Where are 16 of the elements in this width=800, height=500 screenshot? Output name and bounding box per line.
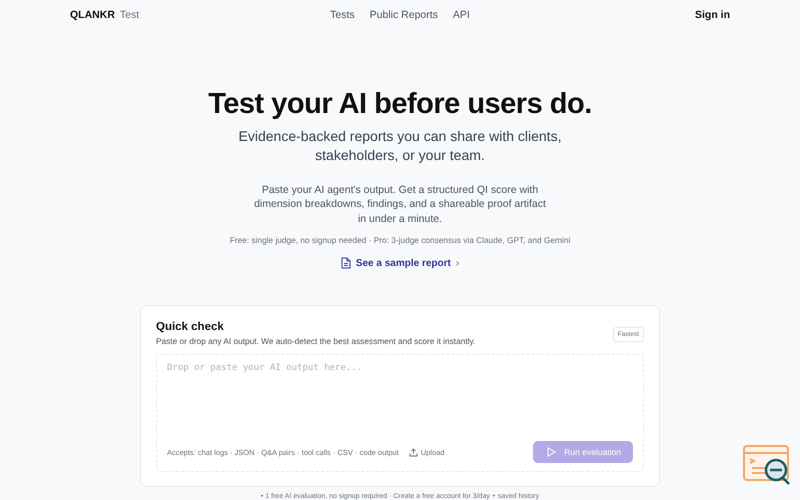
brand-logo[interactable]: QLANKR — [70, 8, 115, 21]
card-title: Quick check — [156, 321, 225, 333]
nav-link[interactable]: Tests — [330, 8, 355, 21]
hero-description: Paste your AI agent's output. Get a structured QI score with dimension breakdowns, findings, and a shareable proof artifact in under a minute. — [253, 182, 547, 226]
sample-report-link[interactable]: See a sample report › — [340, 257, 460, 269]
nav-link[interactable]: API — [452, 8, 470, 21]
upload-icon — [408, 448, 418, 456]
brand-suffix: Test — [120, 8, 140, 21]
play-icon — [547, 447, 556, 457]
sign-in-link[interactable]: Sign in — [610, 8, 730, 21]
nav-link[interactable]: Public Reports — [370, 8, 438, 21]
document-icon — [340, 257, 351, 269]
hero-title: Test your AI before users do. — [208, 88, 592, 120]
pricing-tiers-text: Free: single judge, no signup needed · Pro: 3-judge consensus via Claude, GPT, and Gemini — [230, 235, 570, 245]
card-subtitle: Paste or drop any AI output. We auto-detect the best assessment and score it instantly. — [156, 336, 476, 346]
hero-subtitle: Evidence-backed reports you can share with clients, stakeholders, or your team. — [238, 126, 562, 164]
